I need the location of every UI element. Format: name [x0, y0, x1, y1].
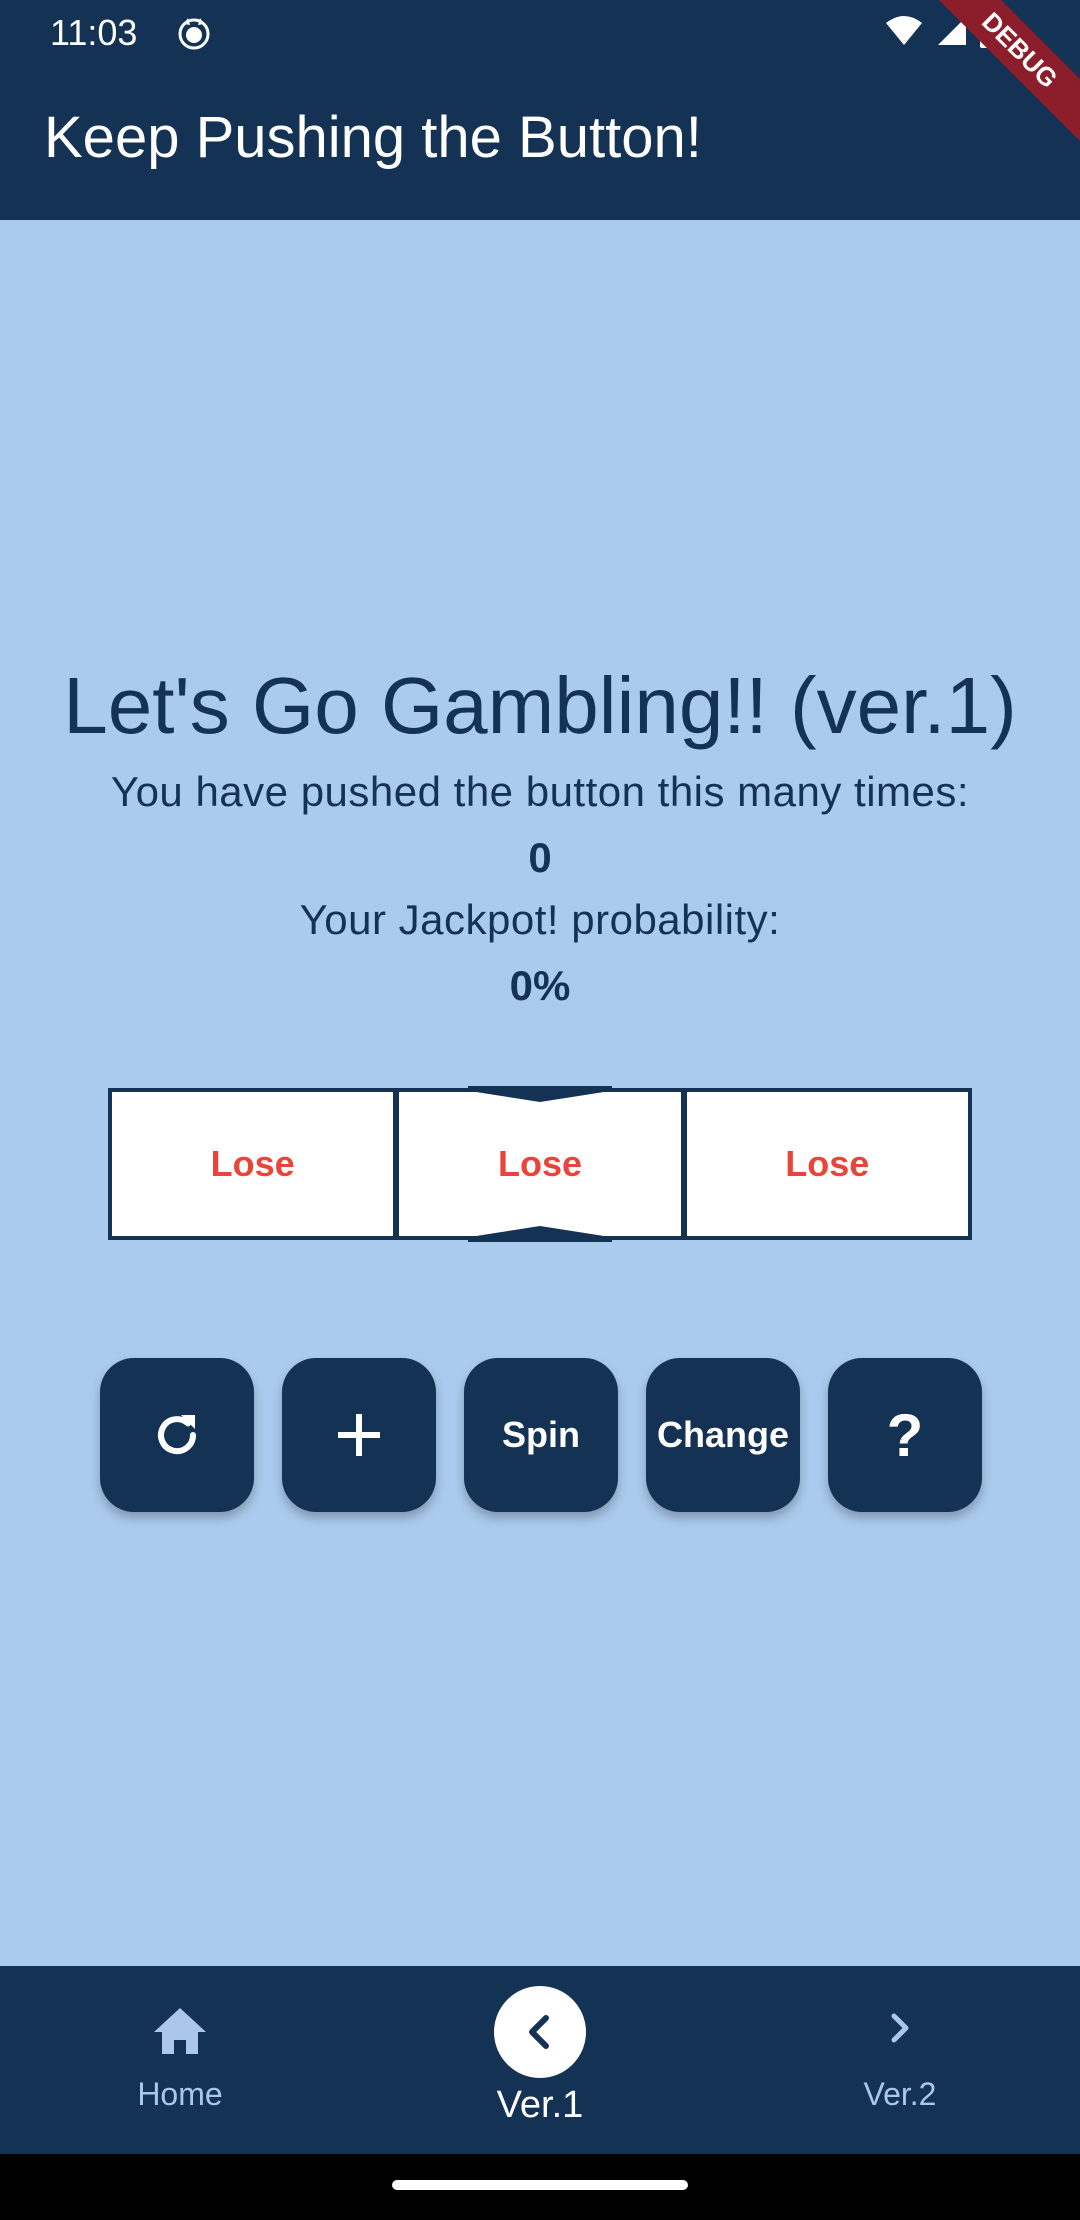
- home-gesture-handle[interactable]: [392, 2180, 688, 2190]
- slot-reels: Lose Lose Lose: [108, 1086, 972, 1242]
- reel-1: Lose: [112, 1092, 394, 1236]
- refresh-icon: [158, 1415, 197, 1455]
- nav-label-ver1: Ver.1: [496, 2084, 584, 2126]
- home-icon: [154, 2008, 206, 2054]
- nav-label-ver2: Ver.2: [863, 2076, 937, 2112]
- nav-item-ver1[interactable]: Ver.1: [360, 1966, 720, 2154]
- action-buttons: Spin Change ?: [100, 1358, 982, 1512]
- reel-3-result: Lose: [785, 1143, 870, 1184]
- jackpot-probability-label: Your Jackpot! probability:: [299, 896, 781, 943]
- bottom-navigation: Home Ver.1 Ver.2: [0, 1966, 1080, 2154]
- nav-item-ver2[interactable]: Ver.2: [720, 1966, 1080, 2154]
- nav-item-home[interactable]: Home: [0, 1966, 360, 2154]
- jackpot-probability-value: 0%: [509, 962, 571, 1009]
- help-icon: ?: [886, 1401, 924, 1469]
- nav-label-home: Home: [137, 2076, 223, 2112]
- chevron-left-icon: [529, 2015, 549, 2049]
- status-bar: 11:03: [0, 0, 1080, 66]
- reel-pointer-top: [467, 1086, 612, 1102]
- reel-3: Lose: [686, 1092, 968, 1236]
- reel-2: Lose: [399, 1086, 681, 1242]
- reel-1-result: Lose: [210, 1143, 295, 1184]
- reel-pointer-bottom: [467, 1226, 612, 1242]
- page-title: Keep Pushing the Button!: [44, 105, 702, 170]
- plus-icon: [338, 1414, 380, 1456]
- app-bar: Keep Pushing the Button!: [0, 66, 1080, 220]
- add-button[interactable]: [282, 1358, 436, 1512]
- reel-2-result: Lose: [497, 1143, 582, 1184]
- chevron-right-icon: [891, 2013, 909, 2043]
- game-heading: Let's Go Gambling!! (ver.1): [63, 661, 1017, 750]
- push-count-label: You have pushed the button this many tim…: [110, 768, 970, 815]
- cat-notification-icon: [178, 18, 210, 50]
- status-time: 11:03: [50, 12, 138, 53]
- main-content: Let's Go Gambling!! (ver.1) You have pus…: [0, 220, 1080, 1966]
- help-button[interactable]: ?: [828, 1358, 982, 1512]
- spin-button[interactable]: Spin: [464, 1358, 618, 1512]
- push-count-value: 0: [528, 834, 552, 881]
- wifi-icon: [886, 16, 922, 45]
- change-button[interactable]: Change: [646, 1358, 800, 1512]
- reset-button[interactable]: [100, 1358, 254, 1512]
